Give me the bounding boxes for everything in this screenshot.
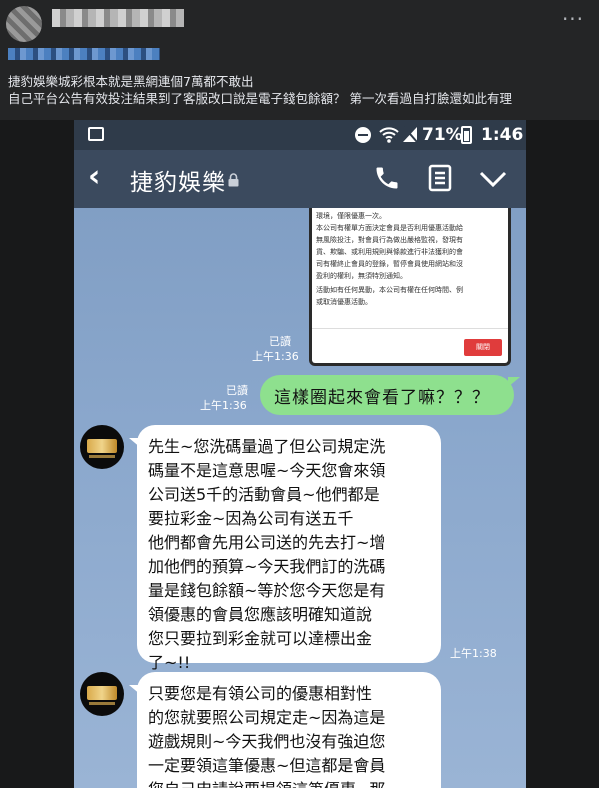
lock-icon (228, 173, 239, 187)
outgoing-bubble-tail (508, 377, 520, 387)
image-message[interactable]: 環境，僅限優惠一次。 本公司有權單方面決定會員是否利用優惠活動給 無風險投注，對… (309, 208, 511, 366)
message-line: 加他們的預算~今天我們訂的洗碼 (148, 557, 386, 576)
poster-avatar[interactable] (6, 6, 42, 42)
logo-subtext-icon (89, 455, 115, 458)
back-arrow-icon[interactable]: ‹ (88, 162, 116, 192)
image-text-line: 司有權終止會員的登錄，暫停會員使用網站和沒 (316, 260, 463, 268)
message-line: 他們都會先用公司送的先去打~增 (148, 533, 386, 552)
message-line: 的您就要照公司規定走~因為這是 (148, 708, 386, 727)
message-time: 上午1:36 (200, 399, 247, 412)
outgoing-message-bubble[interactable]: 這樣圈起來會看了嘛？？？ (260, 375, 514, 415)
message-line: 只要您是有領公司的優惠相對性 (148, 684, 373, 703)
agent-avatar[interactable] (80, 425, 124, 469)
post-header: ··· 捷豹娛樂城彩根本就是黑網連個7萬都不敢出 自己平台公告有效投注結果到了客… (0, 0, 599, 120)
do-not-disturb-icon (355, 127, 371, 143)
status-time: 1:46 (481, 125, 524, 145)
message-line: 量是錢包餘額~等於您今天您是有 (148, 581, 386, 600)
agent-avatar[interactable] (80, 672, 124, 716)
post-caption-line-1: 捷豹娛樂城彩根本就是黑網連個7萬都不敢出 (8, 74, 254, 89)
battery-percentage: 71% (422, 125, 463, 145)
message-line: 您只要拉到彩金就可以達標出金 (148, 629, 373, 648)
image-text-line: 環境，僅限優惠一次。 (316, 212, 386, 220)
message-line: 您自己申請說要提領這筆優惠~那 (148, 778, 431, 788)
phone-screenshot: 71% 1:46 ‹ 捷豹娛樂 環境，僅限優惠一次。 本公司有權單方面決定會員是… (74, 120, 526, 788)
poster-name-redacted[interactable] (52, 9, 184, 27)
read-receipt: 已讀 (226, 384, 248, 397)
message-line: 公司送5千的活動會員~他們都是 (148, 485, 380, 504)
image-text-line: 盈利的權利，無須特別通知。 (316, 272, 407, 280)
more-options-icon[interactable]: ··· (561, 9, 585, 29)
image-text-line: 活動如有任何異動，本公司有權在任何時間、例 (316, 286, 463, 294)
message-time: 上午1:38 (450, 647, 497, 660)
image-close-button[interactable]: 關閉 (464, 339, 502, 356)
phone-call-icon[interactable] (373, 164, 401, 192)
message-time: 上午1:36 (252, 350, 299, 363)
gallery-notification-icon (88, 127, 104, 141)
image-text-line: 或取消優惠活動。 (316, 298, 372, 306)
message-line: 一定要領這筆優惠~但這都是會員 (148, 756, 386, 775)
message-line: 遊戲規則~今天我們也沒有強迫您 (148, 732, 386, 751)
jaguar-logo-icon (87, 686, 117, 700)
message-line: 碼量不是這意思喔~今天您會來領 (148, 461, 386, 480)
image-text-line: 無風險投注，對會員行為做出嚴格監視，發現有 (316, 236, 463, 244)
incoming-message-bubble[interactable]: 只要您是有領公司的優惠相對性 的您就要照公司規定走~因為這是 遊戲規則~今天我們… (137, 672, 441, 788)
chat-title: 捷豹娛樂 (130, 170, 226, 196)
wifi-icon (379, 127, 399, 143)
message-line: 領優惠的會員您應該明確知道說 (148, 605, 373, 624)
message-line: 要拉彩金~因為公司有送五千 (148, 509, 354, 528)
chat-header: ‹ 捷豹娛樂 (74, 150, 526, 208)
logo-subtext-icon (89, 702, 115, 705)
chevron-down-icon[interactable] (478, 168, 508, 190)
read-receipt: 已讀 (269, 335, 291, 348)
status-bar: 71% 1:46 (74, 120, 526, 150)
notes-icon[interactable] (428, 164, 452, 192)
battery-icon (461, 126, 472, 144)
image-text-line: 本公司有權單方面決定會員是否利用優惠活動給 (316, 224, 463, 232)
jaguar-logo-icon (87, 439, 117, 453)
image-footer: 關閉 (312, 328, 508, 363)
post-caption-line-2: 自己平台公告有效投注結果到了客服改口說是電子錢包餘額？ 第一次看過自打臉還如此有… (8, 91, 512, 106)
post-meta-redacted[interactable] (8, 48, 160, 60)
message-line: 先生~您洗碼量過了但公司規定洗 (148, 437, 386, 456)
image-text-line: 貨、欺騙、或利用規則與條款進行非法獲利的會 (316, 248, 463, 256)
incoming-message-bubble[interactable]: 先生~您洗碼量過了但公司規定洗 碼量不是這意思喔~今天您會來領 公司送5千的活動… (137, 425, 441, 672)
no-signal-icon (403, 126, 418, 143)
